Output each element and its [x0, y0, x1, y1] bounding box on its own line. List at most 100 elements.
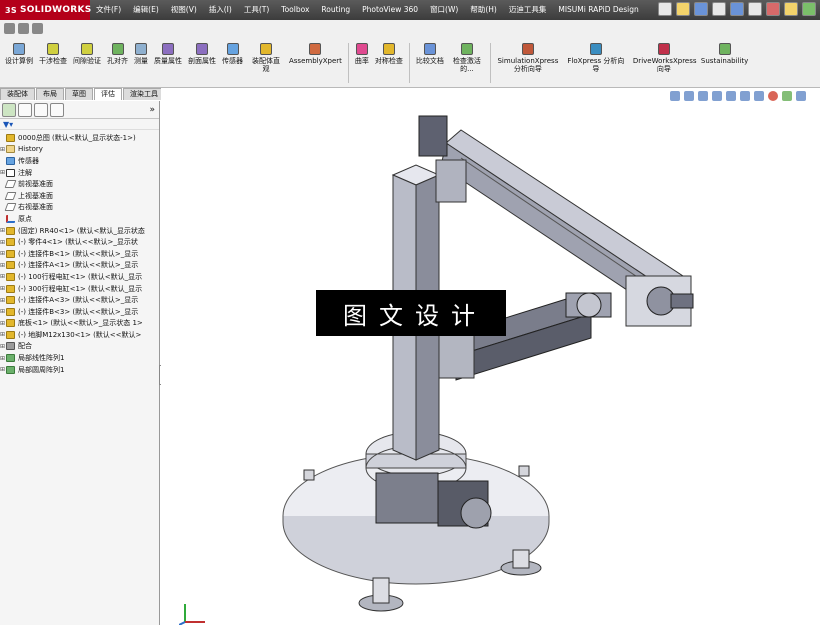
driveworks-icon — [657, 43, 670, 55]
menu-item[interactable]: 插入(I) — [203, 0, 238, 20]
tree-node[interactable]: 右视基准面 — [0, 202, 159, 214]
display-style-icon[interactable] — [740, 91, 750, 101]
tool-button[interactable]: 测量 — [131, 43, 151, 65]
command-tab[interactable]: 评估 — [94, 88, 122, 100]
mini-toolbar — [4, 23, 43, 34]
menu-item[interactable]: PhotoView 360 — [356, 0, 424, 20]
rebuild-icon[interactable] — [766, 2, 780, 16]
previous-view-icon[interactable] — [698, 91, 708, 101]
camera-icon[interactable] — [4, 23, 15, 34]
panel-expand-icon[interactable]: » — [149, 105, 155, 115]
zoom-to-fit-icon[interactable] — [670, 91, 680, 101]
menu-item[interactable]: 工具(T) — [238, 0, 275, 20]
edit-appearance-icon[interactable] — [768, 91, 778, 101]
render-icon[interactable] — [18, 23, 29, 34]
asm-icon — [6, 296, 15, 305]
menu-item[interactable]: 帮助(H) — [464, 0, 503, 20]
save-icon[interactable] — [694, 2, 708, 16]
tree-node[interactable]: ⊞ 局部线性阵列1 — [0, 352, 159, 364]
tool-button[interactable]: 设计算例 — [2, 43, 36, 65]
tool-button[interactable]: SimulationXpress 分析向导 — [494, 43, 562, 73]
tool-button[interactable]: AssemblyXpert — [286, 43, 345, 65]
plane-icon — [4, 203, 17, 212]
tool-button[interactable]: DriveWorksXpress 向导 — [630, 43, 698, 73]
tree-node[interactable]: ⊞ History — [0, 144, 159, 156]
tree-node[interactable]: ⊞ (-) 连接件A<3> (默认<<默认>_显示 — [0, 294, 159, 306]
tool-button[interactable]: 装配体直观 — [246, 43, 286, 73]
lights-icon[interactable] — [32, 23, 43, 34]
tool-button[interactable]: 间隙验证 — [70, 43, 104, 65]
tool-label: 测量 — [134, 57, 148, 65]
base-motor — [375, 472, 492, 529]
tree-node[interactable]: 传感器 — [0, 155, 159, 167]
toolbar-separator — [408, 43, 410, 83]
tree-node[interactable]: ⊞ (-) 100行程电缸<1> (默认<默认_显示 — [0, 271, 159, 283]
section-view-icon[interactable] — [712, 91, 722, 101]
tree-node-label: 右视基准面 — [18, 203, 53, 212]
filter-icon[interactable]: ▼▾ — [3, 120, 13, 129]
tool-button[interactable]: 质量属性 — [151, 43, 185, 65]
undo-icon[interactable] — [730, 2, 744, 16]
file-properties-icon[interactable] — [784, 2, 798, 16]
command-tab[interactable]: 布局 — [36, 88, 64, 100]
menu-item[interactable]: Routing — [315, 0, 356, 20]
tool-button[interactable]: 比较文档 — [413, 43, 447, 65]
view-settings-icon[interactable] — [796, 91, 806, 101]
command-tab[interactable]: 草图 — [65, 88, 93, 100]
tool-button[interactable]: 曲率 — [352, 43, 372, 65]
open-folder-icon[interactable] — [676, 2, 690, 16]
command-tab[interactable]: 装配体 — [0, 88, 35, 100]
menu-item[interactable]: 迈迪工具集 — [503, 0, 553, 20]
apply-scene-icon[interactable] — [782, 91, 792, 101]
tree-node-label: 局部圆周阵列1 — [18, 365, 65, 374]
print-icon[interactable] — [712, 2, 726, 16]
symmetry-icon — [382, 43, 395, 55]
menu-item[interactable]: 视图(V) — [165, 0, 203, 20]
tree-node[interactable]: ⊞ (-) 连接件B<3> (默认<<默认>_显示 — [0, 306, 159, 318]
tool-button[interactable]: FloXpress 分析向导 — [562, 43, 630, 73]
tool-button[interactable]: 剖面属性 — [185, 43, 219, 65]
menu-item[interactable]: 窗口(W) — [424, 0, 464, 20]
pattern-icon — [6, 365, 15, 374]
new-document-icon[interactable] — [658, 2, 672, 16]
tree-node[interactable]: ⊞ (-) 地脚M12x130<1> (默认<<默认> — [0, 329, 159, 341]
tree-node[interactable]: ⊞ (-) 300行程电缸<1> (默认<默认_显示 — [0, 283, 159, 295]
tool-button[interactable]: 干涉检查 — [36, 43, 70, 65]
tree-node[interactable]: ⊞ 底板<1> (默认<<默认>_显示状态 1> — [0, 318, 159, 330]
tool-label: 比较文档 — [415, 57, 444, 65]
zoom-to-area-icon[interactable] — [684, 91, 694, 101]
options-icon[interactable] — [802, 2, 816, 16]
menu-item[interactable]: 文件(F) — [90, 0, 127, 20]
menu-item[interactable]: MISUMi RAPiD Design — [552, 0, 644, 20]
tree-node[interactable]: 前视基准面 — [0, 178, 159, 190]
tree-node[interactable]: ⊞ 配合 — [0, 341, 159, 353]
menu-item[interactable]: Toolbox — [275, 0, 315, 20]
assembly-xpert-icon — [309, 43, 322, 55]
tree-node[interactable]: ⊞ (-) 连接件B<1> (默认<<默认>_显示 — [0, 248, 159, 260]
command-tab[interactable]: 渲染工具 — [123, 88, 165, 100]
tree-node[interactable]: ⊞ (-) 连接件A<1> (默认<<默认>_显示 — [0, 260, 159, 272]
tool-button[interactable]: 传感器 — [219, 43, 246, 65]
property-manager-tab-icon[interactable] — [18, 102, 32, 117]
display-manager-tab-icon[interactable] — [50, 102, 64, 117]
tree-node[interactable]: 上视基准面 — [0, 190, 159, 202]
feature-tree-tab-icon[interactable] — [2, 102, 16, 117]
tree-node[interactable]: ⊞ (-) 零件4<1> (默认<<默认>_显示状 — [0, 236, 159, 248]
tree-node[interactable]: ⊞ 注解 — [0, 167, 159, 179]
tree-node-label: (-) 连接件B<3> (默认<<默认>_显示 — [18, 307, 139, 316]
graphics-area[interactable]: 图文设计 — [161, 88, 820, 625]
tool-button[interactable]: 对称检查 — [372, 43, 406, 65]
tree-node[interactable]: 原点 — [0, 213, 159, 225]
menu-item[interactable]: 编辑(E) — [127, 0, 165, 20]
tool-button[interactable]: Sustainability — [698, 43, 751, 65]
hide-show-items-icon[interactable] — [754, 91, 764, 101]
tool-button[interactable]: 检查激活的... — [447, 43, 487, 73]
tree-node[interactable]: ⊞ 局部圆周阵列1 — [0, 364, 159, 376]
tree-node[interactable]: 0000总图 (默认<默认_显示状态-1>) — [0, 132, 159, 144]
tree-filter[interactable]: ▼▾ — [0, 119, 159, 130]
tool-button[interactable]: 孔对齐 — [104, 43, 131, 65]
tree-node[interactable]: ⊞ (固定) RR40<1> (默认<默认_显示状态 — [0, 225, 159, 237]
configuration-tab-icon[interactable] — [34, 102, 48, 117]
select-icon[interactable] — [748, 2, 762, 16]
view-orientation-icon[interactable] — [726, 91, 736, 101]
